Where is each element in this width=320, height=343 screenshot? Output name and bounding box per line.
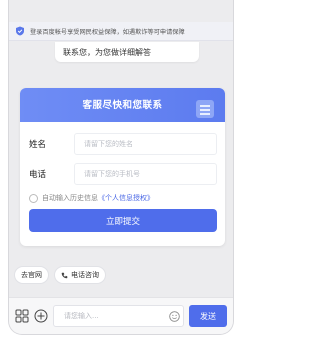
agent-message: 联系您，为您做详细解答 (55, 42, 199, 62)
quick-actions: 去官网 电话咨询 (14, 266, 106, 284)
autofill-checkbox[interactable]: 自动输入历史信息 《个人信息授权》 (29, 193, 154, 203)
phone-icon (61, 272, 68, 278)
name-placeholder: 请留下您的姓名 (84, 140, 133, 148)
name-row: 姓名 请留下您的姓名 (20, 133, 225, 155)
message-placeholder: 请您输入... (64, 312, 99, 320)
send-label: 发送 (200, 311, 216, 321)
phone-row: 电话 请留下您的手机号 (20, 163, 225, 185)
notice-text: 登录百度帐号享受网民权益保障，如遇欺诈等可申请保障 (30, 28, 185, 36)
composer-bar: 请您输入... 发送 (9, 297, 233, 334)
send-button[interactable]: 发送 (189, 305, 227, 327)
contact-form-card: 客服尽快和您联系 姓名 请留下您的姓名 电话 请留下您的手机号 自动输入历史信息… (20, 88, 225, 246)
name-input[interactable]: 请留下您的姓名 (74, 133, 217, 155)
shield-icon (16, 26, 24, 36)
name-label: 姓名 (29, 140, 47, 150)
radio-circle-icon[interactable] (29, 193, 38, 203)
form-title: 客服尽快和您联系 (82, 100, 163, 111)
phone-placeholder: 请留下您的手机号 (84, 170, 140, 178)
cropped-header (79, 0, 149, 6)
menu-icon (196, 100, 214, 118)
security-notice[interactable]: 登录百度帐号享受网民权益保障，如遇欺诈等可申请保障 (9, 22, 233, 41)
plus-icon[interactable] (34, 309, 48, 323)
form-header: 客服尽快和您联系 (20, 88, 225, 122)
chat-window: 登录百度帐号享受网民权益保障，如遇欺诈等可申请保障 联系您，为您做详细解答 客服… (8, 0, 234, 335)
privacy-link[interactable]: 《个人信息授权》 (98, 193, 154, 203)
submit-label: 立即提交 (105, 216, 140, 227)
phone-input[interactable]: 请留下您的手机号 (74, 163, 217, 185)
phone-label: 电话 (29, 170, 47, 180)
autofill-text: 自动输入历史信息 (42, 194, 98, 202)
visit-website-chip[interactable]: 去官网 (14, 266, 49, 284)
phone-consult-chip[interactable]: 电话咨询 (54, 266, 106, 284)
message-input[interactable]: 请您输入... (53, 305, 184, 327)
emoji-icon[interactable] (169, 311, 180, 322)
chip-label: 去官网 (21, 271, 42, 279)
message-text: 联系您，为您做详细解答 (63, 47, 151, 57)
grid-icon[interactable] (15, 309, 29, 323)
chip-label: 电话咨询 (71, 271, 99, 279)
submit-button[interactable]: 立即提交 (29, 209, 217, 232)
